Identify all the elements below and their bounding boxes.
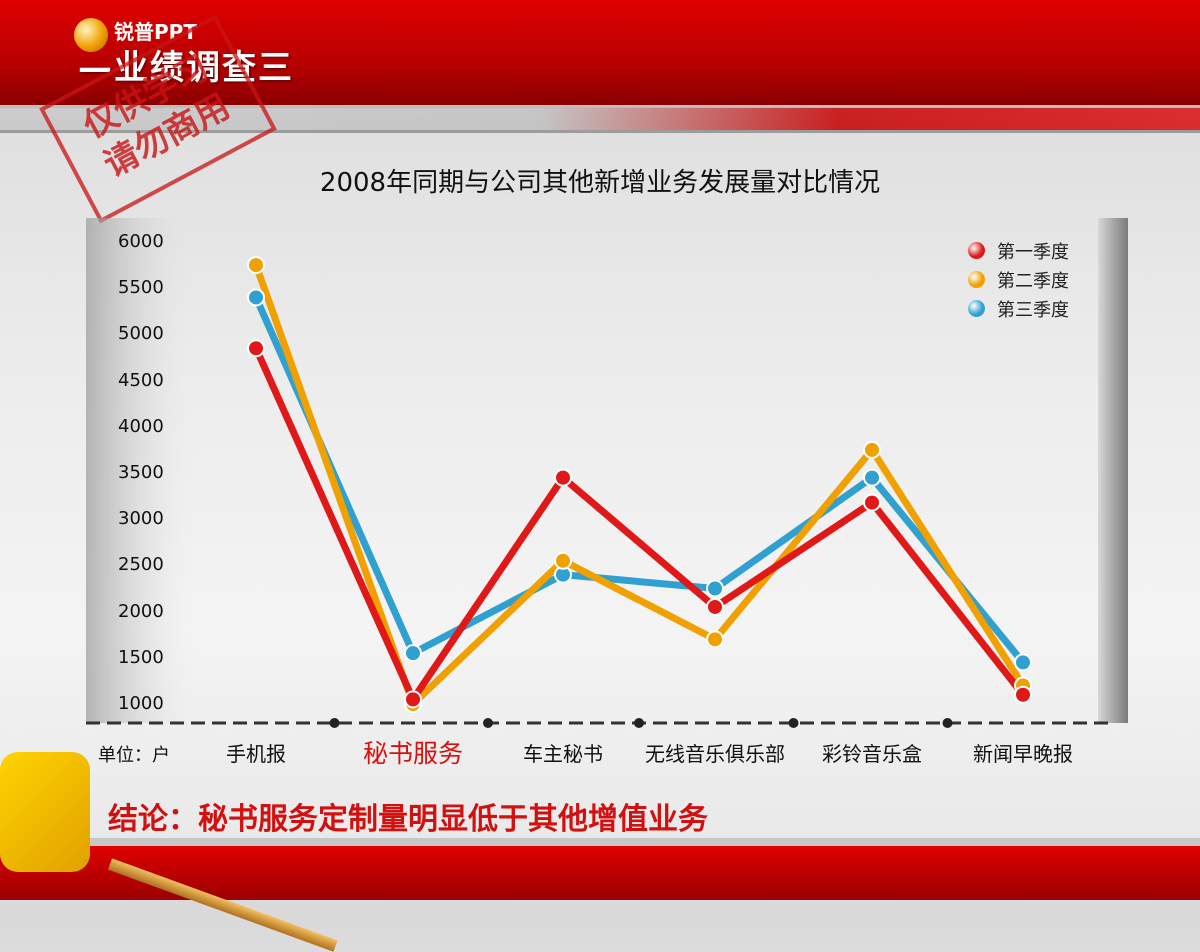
axis-marker	[942, 718, 953, 728]
data-point	[863, 468, 881, 487]
data-point	[706, 579, 724, 598]
data-point	[247, 256, 265, 275]
conclusion-text: 结论：秘书服务定制量明显低于其他增值业务	[108, 802, 708, 837]
axis-marker	[634, 718, 644, 728]
chart-legend: 第一季度第二季度第三季度	[968, 236, 1069, 323]
y-tick-label: 3500	[118, 462, 164, 483]
legend-marker-icon	[968, 271, 985, 288]
data-point	[863, 493, 881, 512]
x-tick-label: 彩铃音乐盒	[822, 742, 922, 766]
x-tick-label: 秘书服务	[362, 739, 464, 768]
x-tick-label: 无线音乐俱乐部	[645, 742, 785, 766]
y-tick-label: 4500	[118, 369, 164, 391]
legend-item: 第二季度	[968, 265, 1069, 294]
data-point	[247, 288, 265, 307]
legend-item: 第一季度	[968, 236, 1069, 265]
y-tick-label: 3000	[118, 508, 164, 530]
y-tick-label: 1000	[118, 693, 164, 714]
chart-right-band	[1098, 218, 1128, 723]
legend-marker-icon	[968, 242, 985, 259]
legend-label: 第二季度	[997, 270, 1069, 292]
footer-line	[0, 838, 1200, 846]
axis-marker	[788, 718, 799, 728]
legend-label: 第三季度	[997, 299, 1069, 321]
data-point	[1014, 685, 1032, 704]
data-point	[554, 551, 572, 570]
tape-measure-icon	[0, 752, 90, 872]
y-tick-label: 4000	[118, 415, 164, 437]
legend-label: 第一季度	[997, 241, 1069, 263]
data-point	[554, 468, 572, 487]
y-tick-label: 5000	[118, 323, 164, 345]
x-tick-label: 新闻早晚报	[973, 742, 1073, 766]
y-tick-label: 2500	[118, 554, 164, 576]
y-tick-label: 2000	[118, 600, 164, 622]
unit-label: 单位：户	[98, 745, 170, 766]
axis-marker	[483, 718, 493, 728]
data-point	[863, 440, 881, 459]
y-tick-label: 1500	[118, 646, 164, 668]
data-point	[706, 630, 724, 649]
y-tick-label: 5500	[118, 277, 164, 299]
data-point	[404, 690, 422, 709]
x-tick-label: 手机报	[226, 742, 286, 766]
data-point	[404, 644, 422, 663]
data-point	[247, 339, 265, 358]
legend-marker-icon	[968, 300, 985, 317]
legend-item: 第三季度	[968, 294, 1069, 323]
series-line-2	[252, 261, 1027, 708]
data-point	[706, 597, 724, 616]
y-tick-label: 6000	[118, 231, 164, 252]
axis-marker	[329, 718, 340, 728]
x-tick-label: 车主秘书	[523, 742, 603, 766]
chart-title: 2008年同期与公司其他新增业务发展量对比情况	[319, 168, 881, 198]
data-point	[1014, 653, 1032, 672]
